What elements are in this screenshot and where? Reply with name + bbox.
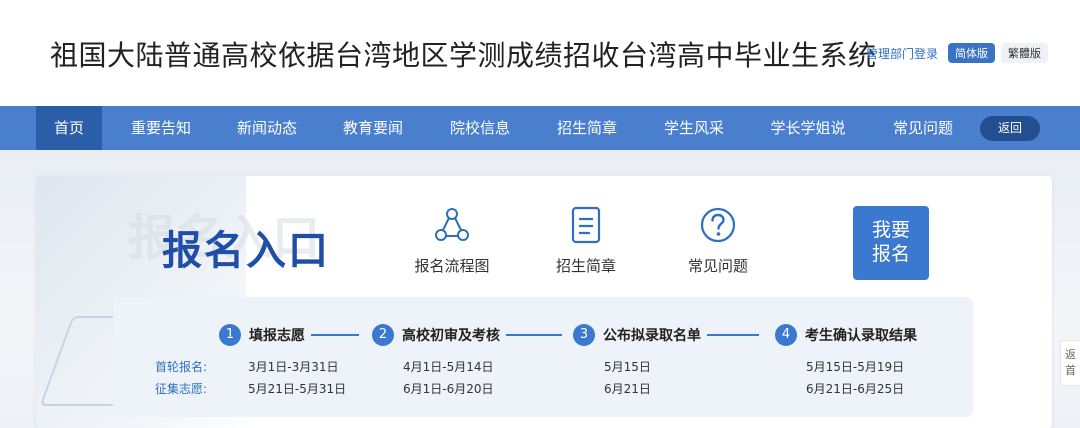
back-button[interactable]: 返回 (980, 116, 1040, 141)
float-tab-line1: 返 (1065, 348, 1076, 361)
date-cell: 6月21日-6月25日 (806, 382, 905, 396)
timeline-step: 4 考生确认录取结果 (775, 324, 917, 346)
step-number: 3 (573, 324, 595, 346)
flowchart-icon (435, 208, 469, 241)
question-icon (700, 207, 736, 243)
signup-line1: 我要 (871, 219, 910, 241)
signup-line2: 报名 (871, 243, 910, 265)
main-nav: 首页 重要告知 新闻动态 教育要闻 院校信息 招生简章 学生风采 学长学姐说 常… (0, 106, 1080, 150)
timeline-step: 2 高校初审及考核 (372, 324, 562, 346)
date-cell: 6月21日 (604, 382, 651, 396)
step-connector (707, 334, 759, 336)
nav-education-news[interactable]: 教育要闻 (334, 106, 412, 150)
back-to-top-tab[interactable]: 返 首 (1060, 340, 1080, 386)
step-label: 考生确认录取结果 (805, 328, 917, 344)
timeline-step: 3 公布拟录取名单 (573, 324, 759, 346)
simplified-chinese-button[interactable]: 简体版 (948, 43, 995, 63)
nav-home[interactable]: 首页 (36, 106, 102, 150)
date-cell: 3月1日-3月31日 (248, 360, 339, 374)
flowchart-label: 报名流程图 (414, 257, 490, 275)
date-cell: 6月1日-6月20日 (403, 382, 494, 396)
date-cell: 4月1日-5月14日 (403, 360, 494, 374)
step-number: 2 (372, 324, 394, 346)
step-label: 高校初审及考核 (402, 328, 500, 344)
site-header: 祖国大陆普通高校依据台湾地区学测成绩招收台湾高中毕业生系统 管理部门登录 简体版… (0, 0, 1080, 106)
step-connector (506, 334, 562, 336)
nav-faq[interactable]: 常见问题 (882, 106, 964, 150)
faq-link[interactable]: 常见问题 (663, 205, 773, 276)
step-label: 公布拟录取名单 (603, 328, 701, 344)
site-title: 祖国大陆普通高校依据台湾地区学测成绩招收台湾高中毕业生系统 (50, 39, 877, 72)
flowchart-link[interactable]: 报名流程图 (397, 205, 507, 276)
nav-admission-guide[interactable]: 招生简章 (548, 106, 626, 150)
date-cell: 5月15日-5月19日 (806, 360, 905, 374)
float-tab-line2: 首 (1065, 364, 1076, 377)
document-icon (571, 206, 601, 244)
admission-guide-link[interactable]: 招生简章 (531, 205, 641, 276)
registration-heading: 报名入口 (162, 227, 330, 274)
first-round-label: 首轮报名: (155, 360, 208, 374)
step-number: 4 (775, 324, 797, 346)
supplementary-round-label: 征集志愿: (155, 382, 208, 396)
traditional-chinese-button[interactable]: 繁體版 (1001, 43, 1048, 63)
faq-label: 常见问题 (687, 257, 748, 275)
step-label: 填报志愿 (249, 328, 305, 344)
date-cell: 5月21日-5月31日 (248, 382, 347, 396)
nav-important-notice[interactable]: 重要告知 (122, 106, 200, 150)
admin-login-link[interactable]: 管理部门登录 (866, 45, 938, 62)
nav-alumni-talks[interactable]: 学长学姐说 (761, 106, 855, 150)
signup-button[interactable]: 我要 报名 (853, 206, 929, 280)
nav-college-info[interactable]: 院校信息 (441, 106, 519, 150)
registration-timeline (113, 297, 973, 417)
timeline-step: 1 填报志愿 (219, 324, 359, 346)
step-connector (311, 334, 359, 336)
admission-guide-label: 招生简章 (555, 257, 616, 275)
nav-student-showcase[interactable]: 学生风采 (655, 106, 733, 150)
step-number: 1 (219, 324, 241, 346)
nav-news[interactable]: 新闻动态 (228, 106, 306, 150)
date-cell: 5月15日 (604, 360, 651, 374)
language-switch: 简体版 繁體版 (948, 43, 1048, 63)
